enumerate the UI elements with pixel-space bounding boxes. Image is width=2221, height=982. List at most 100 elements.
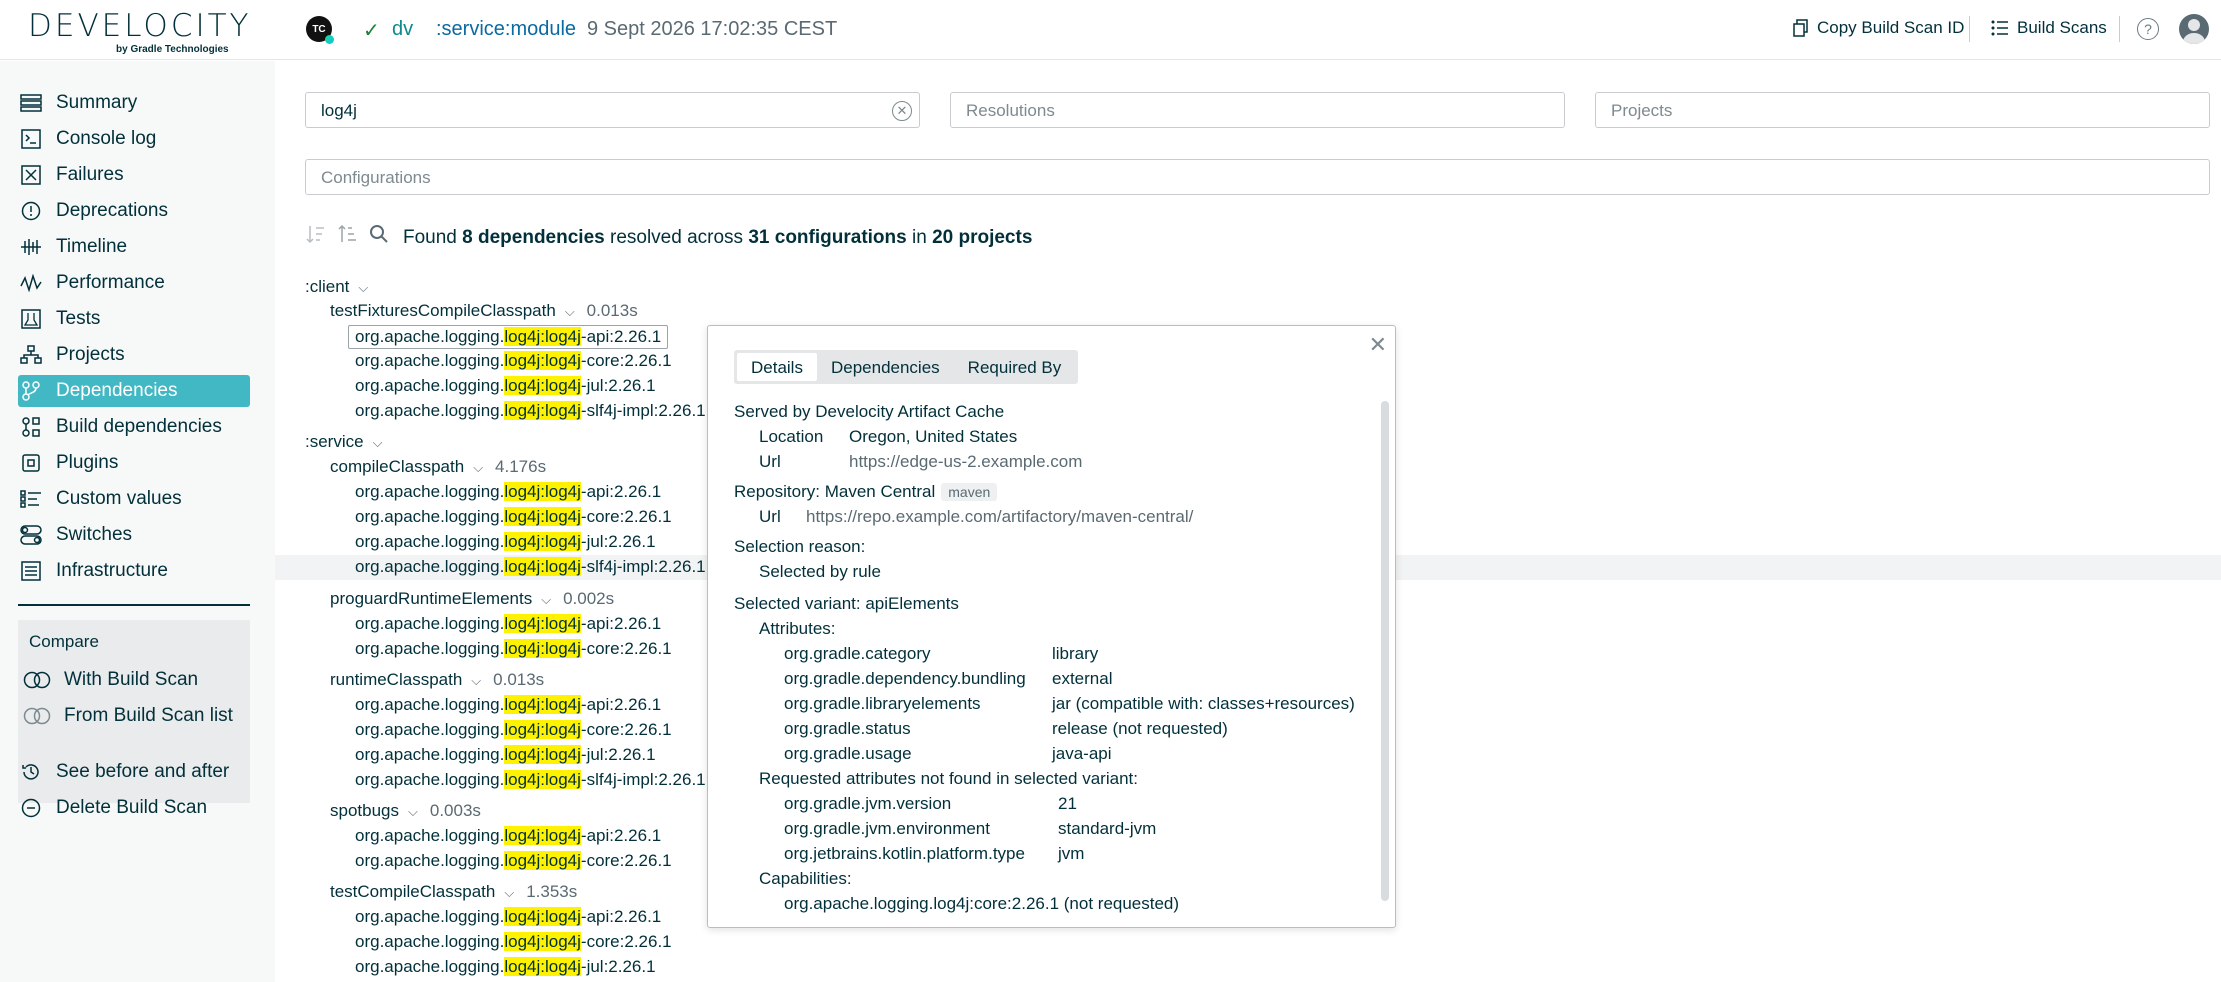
- tree-configuration[interactable]: runtimeClasspath ⌵ 0.013s: [330, 670, 544, 690]
- sidebar-item-projects[interactable]: Projects: [18, 339, 250, 371]
- search-match-highlight: log4j:log4j: [504, 639, 581, 658]
- attribute-key: org.gradle.category: [784, 644, 931, 663]
- sidebar-item-summary[interactable]: Summary: [18, 87, 250, 119]
- sidebar-item-switches[interactable]: Switches: [18, 519, 250, 551]
- timeline-icon: [18, 234, 44, 260]
- dependency-item[interactable]: org.apache.logging.log4j:log4j-api:2.26.…: [355, 826, 661, 846]
- build-scans-label: Build Scans: [2017, 18, 2107, 37]
- sidebar-item-timeline[interactable]: Timeline: [18, 231, 250, 263]
- dependency-item[interactable]: org.apache.logging.log4j:log4j-api:2.26.…: [355, 482, 661, 502]
- clear-icon[interactable]: ✕: [892, 101, 912, 121]
- dep-suffix: -jul:2.26.1: [580, 957, 656, 976]
- attribute-value: external: [1052, 669, 1113, 688]
- resolutions-field[interactable]: Resolutions: [950, 92, 1565, 128]
- configurations-field[interactable]: Configurations: [305, 159, 2210, 195]
- help-icon[interactable]: ?: [2137, 18, 2159, 40]
- chevron-down-icon[interactable]: ⌵: [471, 673, 481, 688]
- chevron-down-icon[interactable]: ⌵: [504, 885, 514, 900]
- dependency-item[interactable]: org.apache.logging.log4j:log4j-jul:2.26.…: [355, 957, 656, 977]
- dependency-item[interactable]: org.apache.logging.log4j:log4j-slf4j-imp…: [355, 557, 706, 577]
- dependency-item[interactable]: org.apache.logging.log4j:log4j-slf4j-imp…: [355, 770, 706, 790]
- tab-dependencies[interactable]: Dependencies: [817, 353, 954, 381]
- dependency-item-selected[interactable]: org.apache.logging.log4j:log4j-api:2.26.…: [348, 325, 669, 349]
- chevron-down-icon[interactable]: ⌵: [541, 592, 551, 607]
- search-input[interactable]: log4j ✕: [305, 92, 920, 128]
- repo-url[interactable]: https://repo.example.com/artifactory/mav…: [806, 507, 1193, 527]
- projects-field[interactable]: Projects: [1595, 92, 2210, 128]
- capabilities-label: Capabilities:: [759, 869, 852, 888]
- served-by: Served by Develocity Artifact Cache: [734, 402, 1005, 421]
- build-task[interactable]: :service:module: [436, 18, 576, 41]
- see-before-after-link[interactable]: See before and after: [18, 756, 250, 788]
- dep-prefix: org.apache.logging.: [355, 557, 505, 576]
- sidebar-item-performance[interactable]: Performance: [18, 267, 250, 299]
- configuration-label: spotbugs: [330, 801, 399, 820]
- dependency-item[interactable]: org.apache.logging.log4j:log4j-core:2.26…: [355, 720, 672, 740]
- chevron-down-icon[interactable]: ⌵: [408, 804, 418, 819]
- compare-from-list[interactable]: From Build Scan list: [22, 700, 242, 732]
- dep-suffix: -api:2.26.1: [580, 695, 662, 714]
- sidebar-item-deprecations[interactable]: Deprecations: [18, 195, 250, 227]
- sidebar-item-failures[interactable]: Failures: [18, 159, 250, 191]
- requested-attribute-key: org.jetbrains.kotlin.platform.type: [784, 844, 1025, 863]
- sidebar-item-label: Failures: [56, 164, 124, 185]
- dependency-item[interactable]: org.apache.logging.log4j:log4j-core:2.26…: [355, 639, 672, 659]
- search-icon[interactable]: [369, 224, 389, 250]
- chevron-down-icon[interactable]: ⌵: [373, 435, 383, 450]
- build-scans-button[interactable]: Build Scans: [1991, 18, 2107, 38]
- configuration-duration: 0.002s: [563, 589, 615, 608]
- dependency-item[interactable]: org.apache.logging.log4j:log4j-api:2.26.…: [355, 907, 661, 927]
- tree-configuration[interactable]: testCompileClasspath ⌵ 1.353s: [330, 882, 577, 902]
- chevron-down-icon[interactable]: ⌵: [473, 460, 483, 475]
- dep-prefix: org.apache.logging.: [355, 745, 505, 764]
- sidebar-item-custom-values[interactable]: Custom values: [18, 483, 250, 515]
- dependency-item[interactable]: org.apache.logging.log4j:log4j-api:2.26.…: [355, 614, 661, 634]
- sort-desc-icon[interactable]: [305, 224, 325, 250]
- avatar[interactable]: [2179, 14, 2209, 44]
- chevron-down-icon[interactable]: ⌵: [565, 304, 575, 319]
- teamcity-icon[interactable]: TC: [306, 16, 334, 44]
- dep-prefix: org.apache.logging.: [355, 401, 505, 420]
- sidebar-item-tests[interactable]: Tests: [18, 303, 250, 335]
- sidebar-item-build-dependencies[interactable]: Build dependencies: [18, 411, 250, 443]
- sidebar-item-label: Projects: [56, 344, 125, 365]
- dep-prefix: org.apache.logging.: [355, 482, 505, 501]
- delete-build-scan-link[interactable]: Delete Build Scan: [18, 792, 250, 824]
- requested-attribute-value: 21: [1058, 794, 1077, 813]
- tree-configuration[interactable]: proguardRuntimeElements ⌵ 0.002s: [330, 589, 614, 609]
- tree-configuration[interactable]: spotbugs ⌵ 0.003s: [330, 801, 481, 821]
- tree-configuration[interactable]: testFixturesCompileClasspath ⌵ 0.013s: [330, 301, 638, 321]
- tab-details[interactable]: Details: [737, 353, 817, 381]
- configuration-duration: 0.003s: [429, 801, 481, 820]
- sort-asc-icon[interactable]: [337, 224, 357, 250]
- chevron-down-icon[interactable]: ⌵: [358, 280, 368, 295]
- dependency-item[interactable]: org.apache.logging.log4j:log4j-jul:2.26.…: [355, 376, 656, 396]
- cache-url[interactable]: https://edge-us-2.example.com: [849, 452, 1082, 472]
- dependency-item[interactable]: org.apache.logging.log4j:log4j-core:2.26…: [355, 932, 672, 952]
- develocity-logo[interactable]: DEVELOCITY by Gradle Technologies: [28, 10, 251, 55]
- dependency-item[interactable]: org.apache.logging.log4j:log4j-jul:2.26.…: [355, 532, 656, 552]
- sidebar-item-label: Build dependencies: [56, 416, 222, 437]
- dependency-item[interactable]: org.apache.logging.log4j:log4j-core:2.26…: [355, 507, 672, 527]
- tab-required-by[interactable]: Required By: [954, 353, 1076, 381]
- dependency-item[interactable]: org.apache.logging.log4j:log4j-core:2.26…: [355, 851, 672, 871]
- dependency-item[interactable]: org.apache.logging.log4j:log4j-core:2.26…: [355, 351, 672, 371]
- copy-build-scan-id-button[interactable]: Copy Build Scan ID: [1793, 18, 1964, 38]
- dependency-item[interactable]: org.apache.logging.log4j:log4j-slf4j-imp…: [355, 401, 706, 421]
- dependency-item[interactable]: org.apache.logging.log4j:log4j-jul:2.26.…: [355, 745, 656, 765]
- compare-with-build-scan[interactable]: With Build Scan: [22, 664, 242, 696]
- tree-project-service[interactable]: :service ⌵: [305, 432, 382, 452]
- sidebar-item-dependencies[interactable]: Dependencies: [18, 375, 250, 407]
- sidebar-item-console-log[interactable]: Console log: [18, 123, 250, 155]
- tree-configuration[interactable]: compileClasspath ⌵ 4.176s: [330, 457, 546, 477]
- tree-project-client[interactable]: :client ⌵: [305, 277, 368, 297]
- repository-label: Repository: Maven Central: [734, 482, 936, 501]
- sidebar-item-plugins[interactable]: Plugins: [18, 447, 250, 479]
- sidebar-item-infrastructure[interactable]: Infrastructure: [18, 555, 250, 587]
- popup-scrollbar[interactable]: [1381, 401, 1389, 901]
- dep-suffix: -core:2.26.1: [580, 932, 672, 951]
- close-icon[interactable]: ✕: [1369, 332, 1387, 358]
- dep-suffix: -slf4j-impl:2.26.1: [580, 401, 706, 420]
- dependency-item[interactable]: org.apache.logging.log4j:log4j-api:2.26.…: [355, 695, 661, 715]
- build-user[interactable]: dv: [392, 18, 413, 41]
